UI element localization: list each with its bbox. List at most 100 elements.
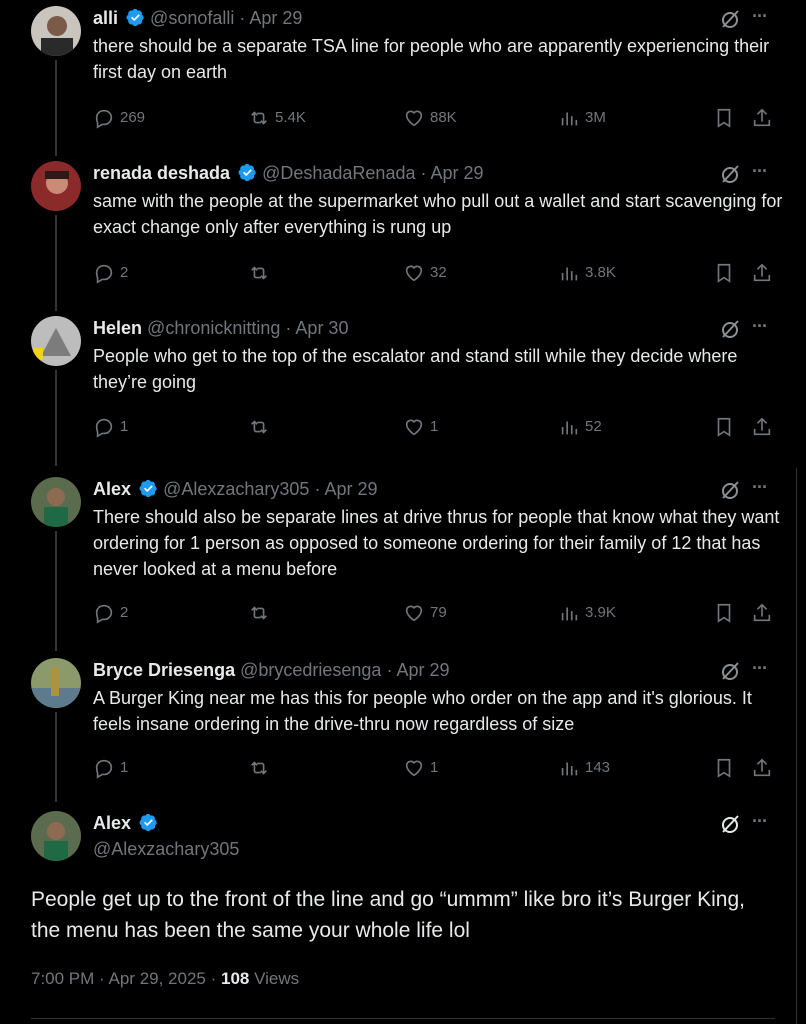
share-button[interactable]	[751, 415, 773, 439]
handle[interactable]: @sonofalli	[150, 8, 234, 28]
post-date[interactable]: Apr 29, 2025	[109, 969, 206, 988]
post-date[interactable]: Apr 29	[431, 163, 484, 183]
separator: ·	[99, 969, 105, 988]
reply-button[interactable]: 2	[93, 601, 128, 625]
handle[interactable]: @DeshadaRenada	[262, 163, 415, 183]
avatar[interactable]	[31, 658, 81, 708]
reply-icon	[95, 418, 113, 438]
post-date[interactable]: Apr 29	[249, 8, 302, 28]
views-button[interactable]: 52	[558, 415, 602, 439]
more-icon[interactable]: ···	[752, 6, 776, 30]
repost-button[interactable]: 5.4K	[248, 106, 306, 130]
grok-icon[interactable]	[719, 318, 741, 340]
post-time[interactable]: 7:00 PM	[31, 969, 94, 988]
more-icon[interactable]: ···	[752, 811, 776, 835]
reply-button[interactable]: 1	[93, 415, 128, 439]
avatar[interactable]	[31, 161, 81, 211]
reply-tweet[interactable]: alli @sonofalli · Apr 29 ··· there shoul…	[0, 0, 806, 156]
more-icon[interactable]: ···	[752, 161, 776, 185]
views-button[interactable]: 3M	[558, 106, 606, 130]
analytics-icon	[561, 762, 578, 776]
display-name[interactable]: Alex	[93, 479, 131, 499]
reply-tweet[interactable]: Alex @Alexzachary305 · Apr 29 ··· There …	[0, 471, 806, 651]
action-bar: 1 1 143	[93, 756, 783, 780]
views-button[interactable]: 143	[558, 756, 610, 780]
bookmark-button[interactable]	[713, 756, 735, 780]
thread-line	[55, 531, 57, 651]
verified-badge-icon	[139, 479, 157, 498]
analytics-icon	[561, 112, 578, 126]
grok-icon[interactable]	[719, 813, 741, 835]
handle[interactable]: @chronicknitting	[147, 318, 280, 338]
repost-icon	[251, 606, 267, 620]
avatar[interactable]	[31, 316, 81, 366]
share-icon	[753, 263, 771, 282]
post-date[interactable]: Apr 29	[396, 660, 449, 680]
display-name[interactable]: Helen	[93, 318, 142, 338]
analytics-icon	[561, 607, 578, 621]
display-name[interactable]: alli	[93, 8, 118, 28]
like-button[interactable]: 88K	[403, 106, 457, 130]
views-button[interactable]: 3.9K	[558, 601, 616, 625]
like-button[interactable]: 32	[403, 261, 447, 285]
heart-icon	[405, 265, 423, 282]
thread-line	[55, 370, 57, 466]
display-name[interactable]: renada deshada	[93, 163, 230, 183]
reply-tweet[interactable]: renada deshada @DeshadaRenada · Apr 29 ·…	[0, 155, 806, 311]
bookmark-button[interactable]	[713, 106, 735, 130]
analytics-icon	[561, 421, 578, 435]
grok-icon[interactable]	[719, 479, 741, 501]
repost-button[interactable]	[248, 756, 275, 780]
view-count: 143	[585, 759, 611, 776]
reply-tweet[interactable]: Bryce Driesenga @brycedriesenga · Apr 29…	[0, 652, 806, 802]
more-icon[interactable]: ···	[752, 316, 776, 340]
grok-icon[interactable]	[719, 8, 741, 30]
more-icon[interactable]: ···	[752, 658, 776, 682]
grok-icon[interactable]	[719, 660, 741, 682]
display-name[interactable]: Alex	[93, 813, 131, 833]
avatar[interactable]	[31, 6, 81, 56]
more-icon[interactable]: ···	[752, 477, 776, 501]
tweet-text: People get up to the front of the line a…	[31, 888, 745, 942]
author-block: Alex @Alexzachary305	[93, 811, 239, 861]
like-count: 79	[430, 604, 447, 621]
repost-icon	[251, 420, 267, 434]
reply-count: 2	[120, 264, 129, 281]
view-count: 3.9K	[585, 604, 616, 621]
display-name[interactable]: Bryce Driesenga	[93, 660, 235, 680]
bookmark-button[interactable]	[713, 261, 735, 285]
like-button[interactable]: 79	[403, 601, 447, 625]
avatar[interactable]	[31, 811, 81, 861]
like-button[interactable]: 1	[403, 415, 438, 439]
repost-button[interactable]	[248, 415, 275, 439]
tweet-header: Alex @Alexzachary305 · Apr 29	[93, 477, 378, 501]
grok-icon[interactable]	[719, 163, 741, 185]
reply-button[interactable]: 269	[93, 106, 145, 130]
share-button[interactable]	[751, 756, 773, 780]
repost-count: 5.4K	[275, 109, 306, 126]
repost-button[interactable]	[248, 601, 275, 625]
share-button[interactable]	[751, 106, 773, 130]
reply-button[interactable]: 1	[93, 756, 128, 780]
like-button[interactable]: 1	[403, 756, 438, 780]
reply-button[interactable]: 2	[93, 261, 128, 285]
tweet-header: Bryce Driesenga @brycedriesenga · Apr 29	[93, 658, 450, 682]
avatar[interactable]	[31, 477, 81, 527]
handle[interactable]: @Alexzachary305	[163, 479, 309, 499]
verified-badge-icon	[126, 8, 144, 27]
repost-button[interactable]	[248, 261, 275, 285]
post-date[interactable]: Apr 30	[295, 318, 348, 338]
share-button[interactable]	[751, 261, 773, 285]
handle[interactable]: @brycedriesenga	[240, 660, 381, 680]
tweet-text: There should also be separate lines at d…	[93, 507, 780, 579]
heart-icon	[405, 419, 423, 436]
post-date[interactable]: Apr 29	[324, 479, 377, 499]
bookmark-icon	[717, 108, 731, 128]
repost-icon	[251, 111, 267, 125]
reply-tweet[interactable]: Helen @chronicknitting · Apr 30 ··· Peop…	[0, 310, 806, 466]
views-button[interactable]: 3.8K	[558, 261, 616, 285]
bookmark-button[interactable]	[713, 601, 735, 625]
handle[interactable]: @Alexzachary305	[93, 837, 239, 861]
bookmark-button[interactable]	[713, 415, 735, 439]
share-button[interactable]	[751, 601, 773, 625]
